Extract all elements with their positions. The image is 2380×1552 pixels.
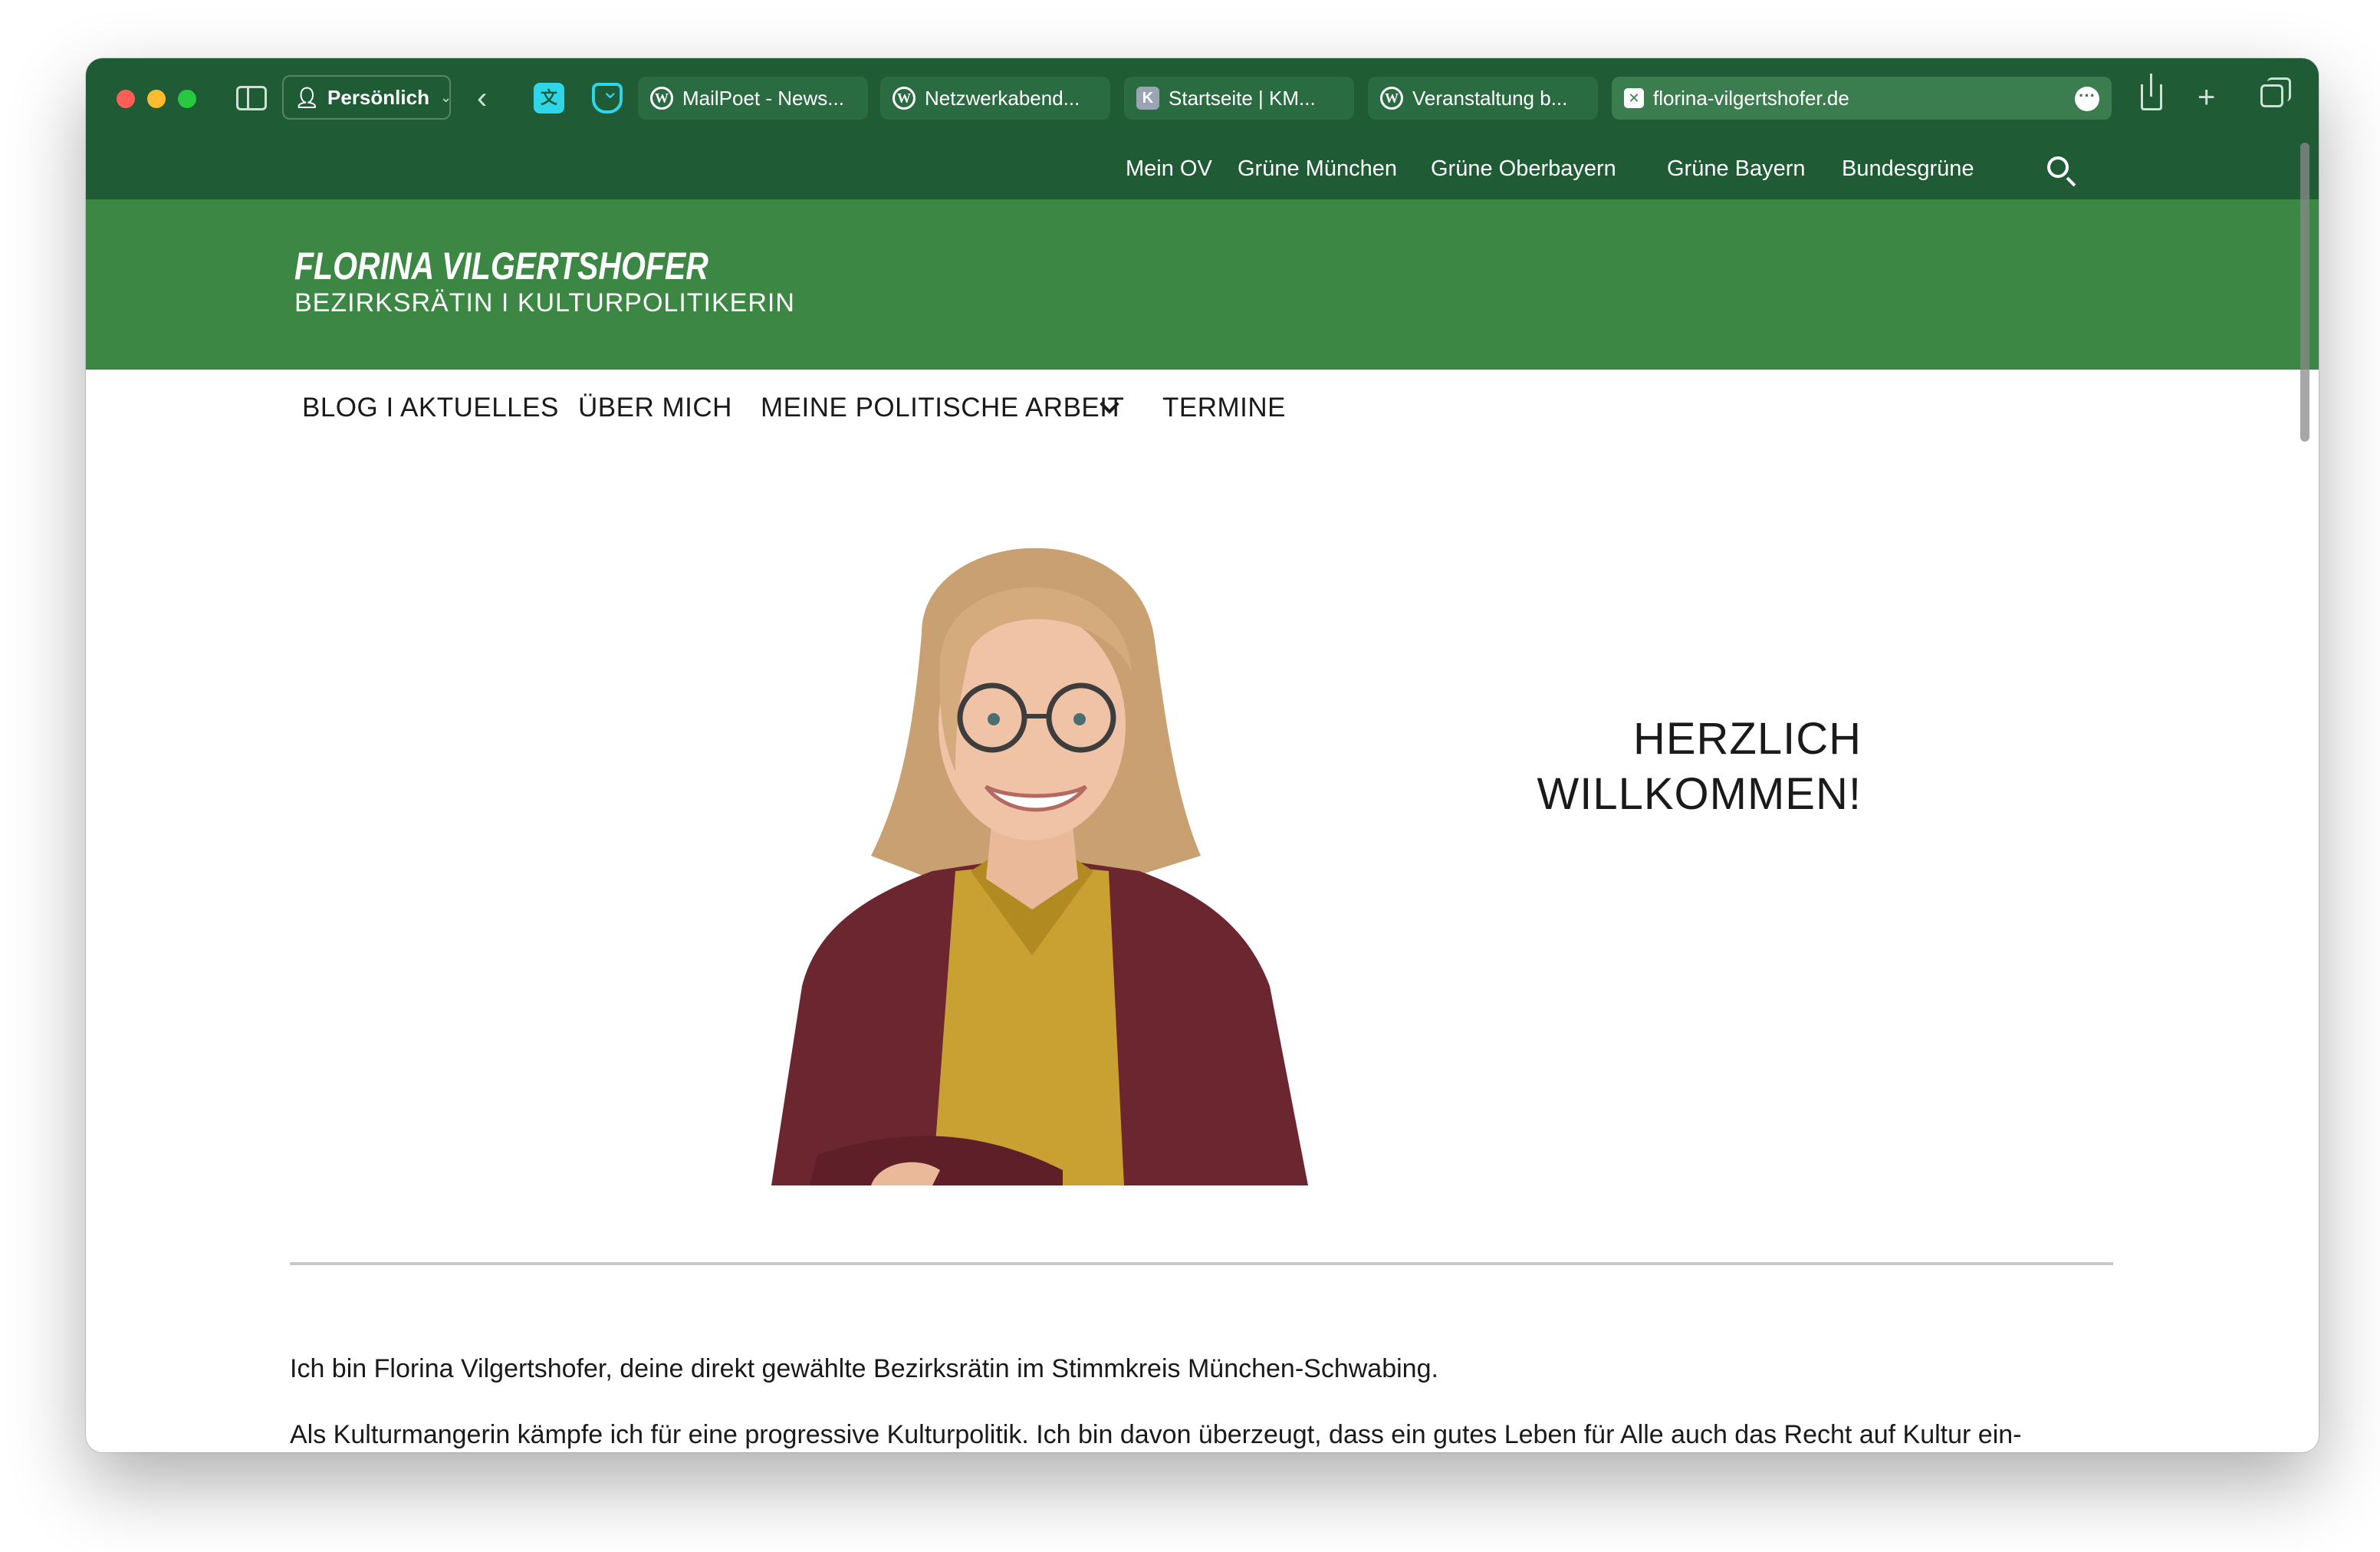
portrait-illustration	[771, 547, 1308, 1185]
content-divider	[290, 1262, 2113, 1265]
tab-label: MailPoet - News...	[682, 86, 844, 110]
nav-blog-aktuelles[interactable]: BLOG I AKTUELLES	[302, 385, 559, 431]
nav-termine[interactable]: TERMINE	[1162, 385, 1286, 431]
sidebar-toggle-icon[interactable]	[236, 86, 267, 110]
address-bar-url: florina-vilgertshofer.de	[1653, 86, 1849, 110]
tab-florina-vilgertshofer[interactable]: ✕ florina-vilgertshofer.de ···	[1612, 77, 2112, 120]
minimize-window-button[interactable]	[147, 90, 166, 108]
wordpress-icon: W	[1380, 87, 1403, 110]
share-icon[interactable]	[2141, 74, 2162, 110]
wordpress-icon: W	[650, 87, 673, 110]
tab-mailpoet[interactable]: W MailPoet - News...	[638, 77, 868, 120]
site-tagline: BEZIRKSRÄTIN I KULTURPOLITIKERIN	[294, 288, 795, 317]
tab-label: Netzwerkabend...	[925, 86, 1080, 110]
portrait-photo	[741, 495, 1325, 1185]
wordpress-icon: W	[893, 87, 916, 110]
chevron-down-icon: ⌄	[439, 89, 452, 105]
page-scrollbar[interactable]	[2300, 143, 2309, 442]
more-options-icon[interactable]: ···	[2075, 87, 2099, 111]
intro-paragraph: Ich bin Florina Vilgertshofer, deine dir…	[290, 1354, 1438, 1383]
tab-label: Veranstaltung b...	[1412, 86, 1568, 110]
meta-nav-mein-ov[interactable]: Mein OV	[1126, 138, 1212, 199]
tab-startseite[interactable]: K Startseite | KM...	[1124, 77, 1354, 120]
welcome-heading-line2: WILLKOMMEN!	[1537, 769, 1862, 819]
site-header: FLORINA VILGERTSHOFER BEZIRKSRÄTIN I KUL…	[86, 199, 2319, 370]
new-tab-plus-icon[interactable]: +	[2198, 78, 2215, 117]
profile-label: Persönlich	[327, 85, 429, 109]
nav-meine-politische-arbeit[interactable]: MEINE POLITISCHE ARBEIT	[761, 385, 1124, 431]
meta-nav-gruene-bayern[interactable]: Grüne Bayern	[1667, 138, 1806, 199]
search-icon[interactable]	[2047, 156, 2069, 178]
tab-netzwerkabend[interactable]: W Netzwerkabend...	[880, 77, 1110, 120]
pocket-extension-icon[interactable]	[592, 78, 623, 113]
culture-paragraph: Als Kulturmangerin kämpfe ich für eine p…	[290, 1420, 2022, 1449]
back-arrow-icon[interactable]: ‹	[477, 77, 487, 120]
tab-label: Startseite | KM...	[1169, 86, 1316, 110]
profile-switcher[interactable]: 👤︎ Persönlich ⌄	[282, 75, 452, 120]
welcome-heading-line1: HERZLICH	[1632, 714, 1862, 764]
browser-window: 👤︎ Persönlich ⌄ ‹ 文 W MailPoet - News...…	[86, 58, 2319, 1452]
meta-nav-bundesgruene[interactable]: Bundesgrüne	[1842, 138, 1974, 199]
tab-veranstaltung[interactable]: W Veranstaltung b...	[1368, 77, 1598, 120]
person-icon: 👤︎	[294, 85, 321, 109]
nav-ueber-mich[interactable]: ÜBER MICH	[578, 385, 732, 431]
tab-overview-icon[interactable]	[2260, 77, 2291, 107]
close-window-button[interactable]	[117, 90, 135, 108]
meta-nav-gruene-muenchen[interactable]: Grüne München	[1238, 138, 1397, 199]
meta-nav-gruene-oberbayern[interactable]: Grüne Oberbayern	[1431, 138, 1616, 199]
site-favicon-icon: ✕	[1624, 88, 1644, 108]
zoom-window-button[interactable]	[178, 90, 196, 108]
site-title[interactable]: FLORINA VILGERTSHOFER	[294, 244, 708, 288]
meta-navigation: Mein OV Grüne München Grüne Oberbayern G…	[86, 138, 2319, 199]
k-site-icon: K	[1136, 87, 1159, 110]
browser-toolbar: 👤︎ Persönlich ⌄ ‹ 文 W MailPoet - News...…	[86, 58, 2319, 138]
translate-extension-icon[interactable]: 文	[534, 83, 564, 113]
welcome-heading: HERZLICH WILLKOMMEN!	[1481, 712, 1862, 822]
